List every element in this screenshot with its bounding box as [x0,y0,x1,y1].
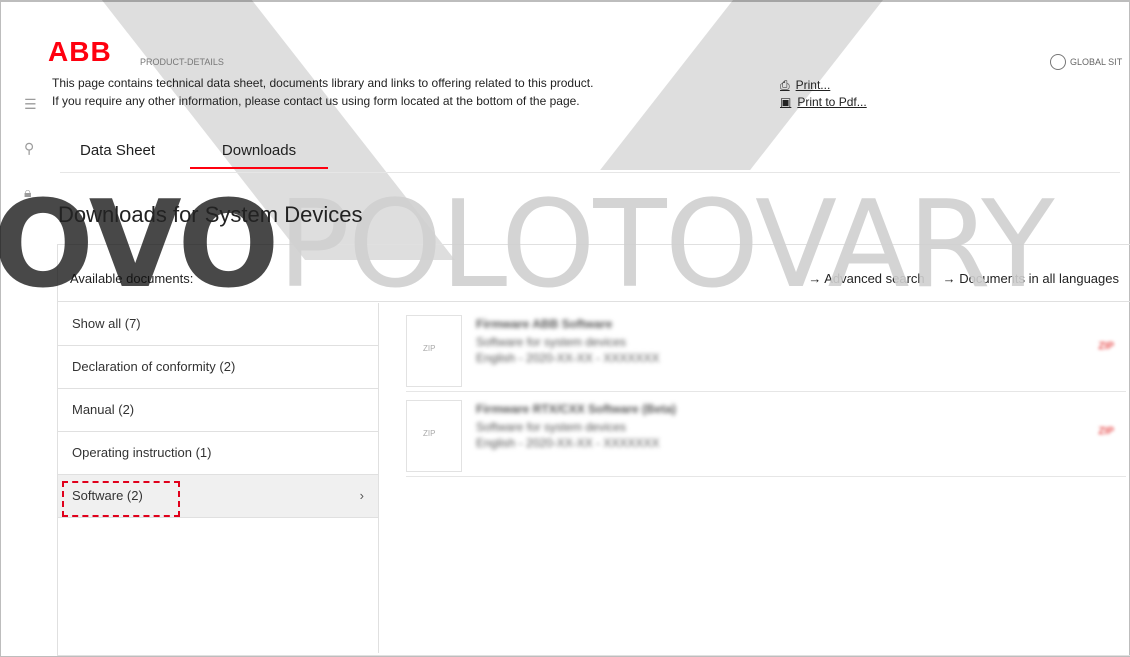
global-site-label: GLOBAL SIT [1070,57,1123,67]
category-list: Show all (7) Declaration of conformity (… [58,303,379,653]
category-label: Manual (2) [72,402,135,417]
available-documents-label: Available documents: [70,271,194,286]
tab-data-sheet[interactable]: Data Sheet [80,142,155,167]
all-languages-link[interactable]: → Documents in all languages [943,271,1119,286]
document-item[interactable]: ZIP Firmware ABB Software Software for s… [406,315,1126,392]
category-operating-instruction[interactable]: Operating instruction (1) [58,432,378,475]
print-link[interactable]: ⎙ Print... [780,78,830,93]
tab-bar: Data Sheet Downloads [60,142,1120,173]
document-title[interactable]: Firmware RTX/CXX Software (Beta) [476,402,676,416]
printer-icon: ⎙ [780,78,790,92]
page-heading: Downloads for System Devices [58,202,363,227]
format-badge[interactable]: ZIP [1098,341,1114,352]
category-label: Declaration of conformity (2) [72,359,236,374]
format-badge[interactable]: ZIP [1098,426,1114,437]
print-label: Print... [795,78,831,92]
category-label: Operating instruction (1) [72,445,212,460]
global-site-link[interactable]: GLOBAL SIT [1050,54,1122,70]
tab-downloads[interactable]: Downloads [190,142,328,169]
document-thumbnail[interactable]: ZIP [406,400,462,472]
info-line-2: If you require any other information, pl… [52,94,580,108]
document-item[interactable]: ZIP Firmware RTX/CXX Software (Beta) Sof… [406,400,1126,477]
pdf-icon: ▣ [780,95,792,109]
documents-panel: Available documents: → Advanced search →… [57,244,1130,656]
document-meta: English - 2020-XX-XX - XXXXXXX [476,351,660,365]
document-description: Software for system devices [476,420,627,434]
search-icon[interactable]: ⚲ [24,140,34,157]
document-title[interactable]: Firmware ABB Software [476,317,612,331]
print-pdf-link[interactable]: ▣ Print to Pdf... [780,95,867,109]
document-meta: English - 2020-XX-XX - XXXXXXX [476,436,660,450]
category-software[interactable]: Software (2) › [58,475,378,518]
info-line-1: This page contains technical data sheet,… [52,76,594,90]
menu-icon[interactable]: ☰ [24,96,37,113]
advanced-search-link[interactable]: → Advanced search [808,271,924,286]
category-show-all[interactable]: Show all (7) [58,303,378,346]
breadcrumb[interactable]: PRODUCT-DETAILS [140,57,224,67]
category-declaration[interactable]: Declaration of conformity (2) [58,346,378,389]
globe-icon [1050,54,1066,70]
thumb-text: ZIP [423,429,436,438]
document-list: ZIP Firmware ABB Software Software for s… [406,315,1126,485]
document-thumbnail[interactable]: ZIP [406,315,462,387]
category-manual[interactable]: Manual (2) [58,389,378,432]
abb-logo[interactable]: ABB [48,36,112,68]
document-links: → Advanced search → Documents in all lan… [808,271,1119,286]
divider [58,301,1130,302]
print-pdf-label: Print to Pdf... [797,95,867,109]
thumb-text: ZIP [423,344,436,353]
highlight-box [62,481,180,517]
lock-icon[interactable]: 🔒︎ [24,184,31,201]
category-label: Show all (7) [72,316,141,331]
chevron-right-icon: › [359,488,364,503]
document-description: Software for system devices [476,335,627,349]
